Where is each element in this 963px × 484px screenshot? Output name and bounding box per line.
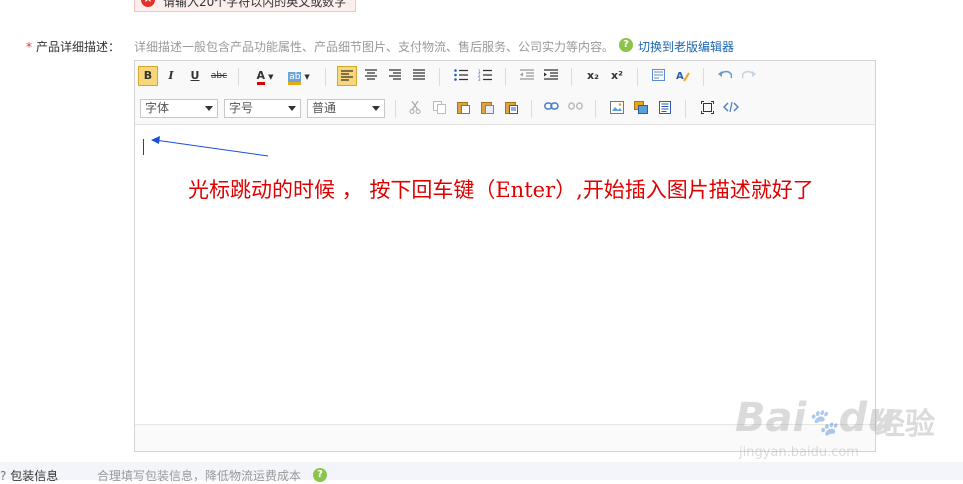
packaging-label: ? 包装信息: [0, 469, 59, 483]
code-icon: [723, 101, 739, 113]
packaging-label-text: 包装信息: [10, 469, 59, 483]
insert-image-button[interactable]: [607, 98, 627, 118]
numbered-list-button[interactable]: 123: [475, 66, 495, 86]
toolbar-divider: [325, 68, 326, 86]
baidu-jingyan-watermark: Bai🐾du 经验 jingyan.baidu.com: [735, 375, 955, 465]
font-color-icon: A: [256, 70, 266, 85]
paste-word-icon: [504, 102, 518, 114]
underline-button[interactable]: U: [185, 66, 205, 86]
paste-text-button[interactable]: [477, 98, 497, 118]
error-text: 请输入20个字符以内的英文或数字: [163, 0, 347, 9]
multi-image-icon: [634, 101, 648, 114]
image-icon: [610, 101, 624, 114]
switch-old-editor-link[interactable]: 切换到老版编辑器: [638, 38, 734, 55]
question-icon[interactable]: ?: [619, 38, 633, 52]
align-justify-button[interactable]: [409, 66, 429, 86]
toolbar-divider: [395, 100, 396, 118]
bg-color-button[interactable]: ab ▼: [285, 66, 313, 86]
error-tip: × 请输入20个字符以内的英文或数字: [134, 0, 356, 12]
align-left-button[interactable]: [337, 66, 357, 86]
bg-color-icon: ab: [288, 72, 302, 85]
link-icon: [543, 102, 559, 110]
description-label: * 产品详细描述：: [26, 38, 120, 55]
fullscreen-button[interactable]: [697, 98, 717, 118]
toolbar-divider: [685, 100, 686, 118]
annotation-arrow: [151, 136, 269, 157]
copy-icon: [432, 101, 446, 114]
font-color-button[interactable]: A ▼: [251, 66, 279, 86]
redo-button[interactable]: [739, 66, 759, 86]
undo-button[interactable]: [715, 66, 735, 86]
paste-word-button[interactable]: [501, 98, 521, 118]
watermark-brand: Bai🐾du: [735, 395, 896, 441]
chevron-down-icon: [372, 106, 380, 111]
link-button[interactable]: [541, 98, 561, 118]
watermark-url: jingyan.baidu.com: [739, 445, 859, 460]
insert-multi-image-button[interactable]: [631, 98, 651, 118]
svg-text:A: A: [676, 71, 684, 82]
unlink-button[interactable]: [565, 98, 585, 118]
paragraph-select[interactable]: 普通: [307, 99, 385, 118]
paste-button[interactable]: [453, 98, 473, 118]
redo-icon: [742, 70, 756, 79]
superscript-button[interactable]: x²: [607, 66, 627, 86]
chevron-down-icon: [288, 106, 296, 111]
indent-button[interactable]: [541, 66, 561, 86]
chevron-down-icon: [205, 106, 213, 111]
align-center-icon: [365, 69, 377, 80]
watermark-cn: 经验: [875, 407, 935, 442]
format-painter-icon: A: [676, 71, 690, 82]
cut-button[interactable]: [405, 98, 425, 118]
align-justify-icon: [413, 69, 425, 80]
subscript-button[interactable]: x₂: [583, 66, 603, 86]
source-code-button[interactable]: [721, 98, 741, 118]
paste-icon: [456, 102, 470, 114]
font-size-value: 字号: [229, 101, 254, 115]
template-icon: [659, 101, 671, 114]
toolbar-divider: [571, 68, 572, 86]
toolbar-divider: [595, 100, 596, 118]
insert-template-button[interactable]: [655, 98, 675, 118]
font-family-value: 字体: [145, 101, 170, 115]
toolbar-divider: [531, 100, 532, 118]
required-mark: *: [26, 40, 32, 54]
toolbar-divider: [637, 68, 638, 86]
outdent-icon: [520, 69, 534, 80]
paragraph-value: 普通: [312, 101, 337, 115]
font-size-select[interactable]: 字号: [224, 99, 301, 118]
font-family-select[interactable]: 字体: [140, 99, 218, 118]
close-circle-icon: ×: [141, 0, 155, 7]
bullet-list-icon: [454, 69, 468, 81]
description-hint: 详细描述一般包含产品功能属性、产品细节图片、支付物流、售后服务、公司实力等内容。: [134, 40, 615, 54]
annotation-text: 光标跳动的时候 ， 按下回车键（Enter）,开始插入图片描述就好了: [188, 178, 814, 202]
align-center-button[interactable]: [361, 66, 381, 86]
strikethrough-button[interactable]: abc: [209, 66, 229, 86]
indent-icon: [544, 69, 558, 80]
editor-toolbar: B I U abc A ▼ ab ▼ 123 x₂ x² A 字体 字号 普通: [135, 61, 875, 125]
align-right-button[interactable]: [385, 66, 405, 86]
clear-format-icon: [652, 69, 665, 81]
bold-button[interactable]: B: [138, 66, 158, 86]
toolbar-divider: [703, 68, 704, 86]
packaging-hint: 合理填写包装信息，降低物流运费成本: [97, 469, 302, 483]
unlink-icon: [567, 102, 583, 110]
outdent-button[interactable]: [517, 66, 537, 86]
fullscreen-icon: [700, 101, 714, 114]
paste-text-icon: [480, 102, 494, 114]
svg-text:3: 3: [478, 77, 481, 81]
toolbar-divider: [505, 68, 506, 86]
toolbar-divider: [439, 68, 440, 86]
toolbar-divider: [238, 68, 239, 86]
undo-icon: [718, 70, 732, 79]
align-right-icon: [389, 69, 401, 80]
align-left-icon: [341, 70, 353, 81]
italic-button[interactable]: I: [161, 66, 181, 86]
bullet-list-button[interactable]: [451, 66, 471, 86]
numbered-list-icon: 123: [478, 69, 492, 81]
description-label-text: 产品详细描述：: [36, 40, 121, 54]
format-painter-button[interactable]: A: [673, 66, 693, 86]
cut-icon: [409, 101, 421, 114]
clear-format-button[interactable]: [649, 66, 669, 86]
copy-button[interactable]: [429, 98, 449, 118]
